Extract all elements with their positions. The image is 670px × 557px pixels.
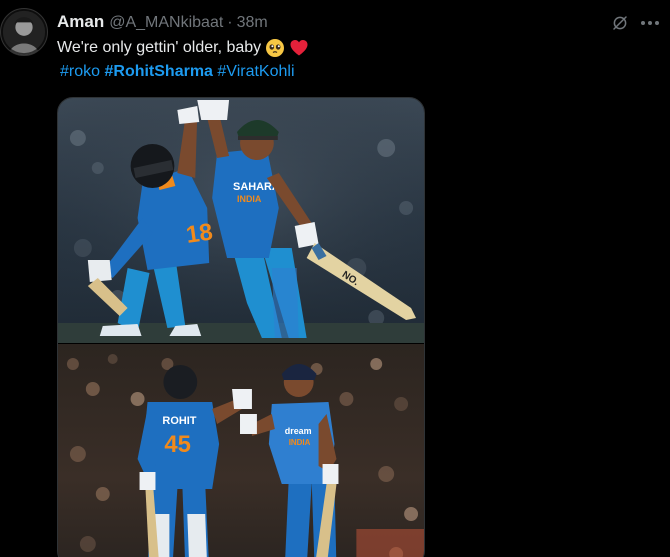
- tweet-header: Aman @A_MANkibaat · 38m: [57, 12, 268, 32]
- separator-dot: ·: [227, 14, 233, 31]
- red-heart-emoji-icon: [289, 38, 309, 58]
- author-handle[interactable]: @A_MANkibaat: [109, 14, 223, 32]
- hashtag-link[interactable]: #roko: [60, 63, 100, 80]
- hashtag-list: #roko #RohitSharma #ViratKohli: [60, 61, 295, 83]
- svg-text:18: 18: [184, 218, 214, 249]
- tweet-body: We're only gettin' older, baby: [57, 39, 262, 56]
- tweet-text: We're only gettin' older, baby: [57, 37, 309, 59]
- svg-text:ROHIT: ROHIT: [162, 415, 196, 427]
- svg-text:45: 45: [164, 431, 191, 458]
- hashtag-link[interactable]: #RohitSharma: [104, 63, 212, 80]
- more-options-icon[interactable]: [637, 12, 663, 34]
- grok-icon[interactable]: [609, 12, 631, 34]
- author-display-name[interactable]: Aman: [57, 12, 104, 32]
- pleading-face-emoji-icon: [265, 38, 285, 58]
- avatar[interactable]: [0, 8, 48, 56]
- svg-text:INDIA: INDIA: [289, 438, 311, 447]
- svg-text:INDIA: INDIA: [237, 194, 262, 204]
- media-photo-celebration[interactable]: 18 SAHARA INDIA NO.: [58, 98, 424, 343]
- media-photo-highfive[interactable]: ROHIT 45 dream INDIA: [58, 344, 424, 557]
- tweet-media[interactable]: 18 SAHARA INDIA NO. ROHIT 45 dream INDIA: [57, 97, 425, 557]
- hashtag-link[interactable]: #ViratKohli: [217, 63, 294, 80]
- svg-text:dream: dream: [285, 426, 312, 436]
- tweet-timestamp[interactable]: 38m: [237, 14, 268, 32]
